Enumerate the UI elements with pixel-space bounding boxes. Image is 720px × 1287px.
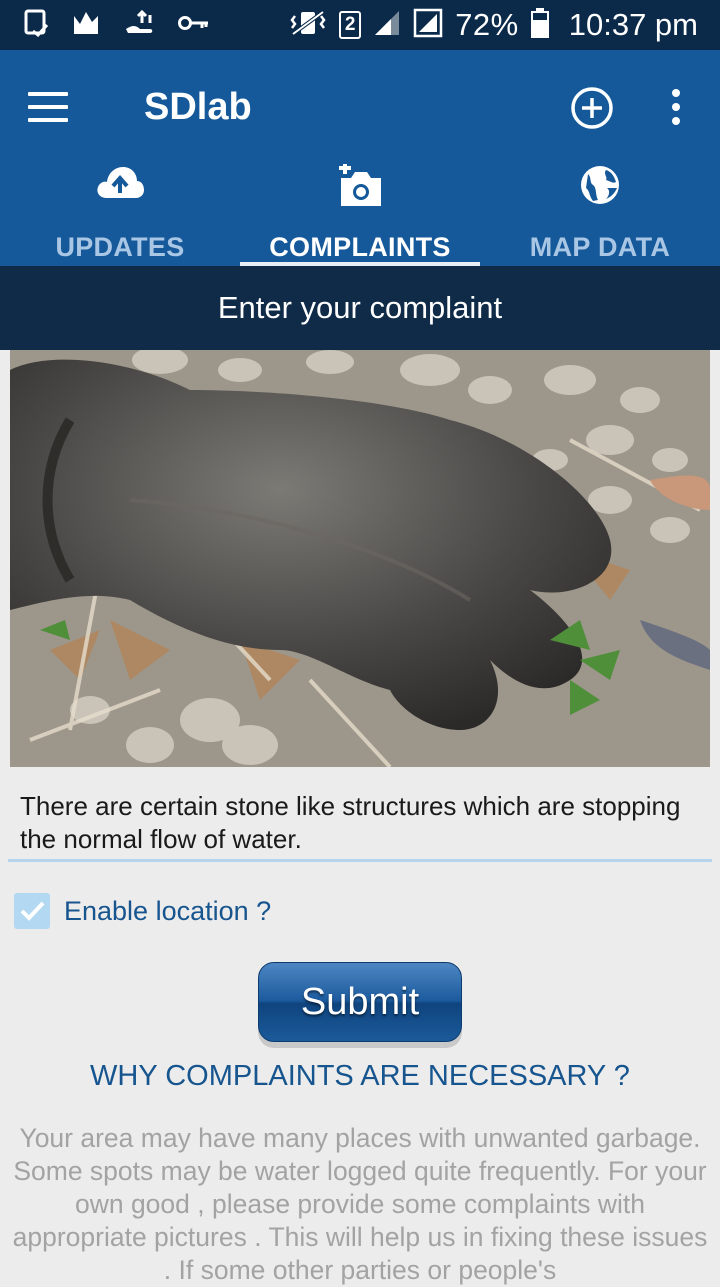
info-text: Your area may have many places with unwa…: [12, 1123, 708, 1285]
subheader-title: Enter your complaint: [217, 290, 503, 325]
enable-location-checkbox[interactable]: [14, 893, 50, 929]
overflow-menu-icon[interactable]: [666, 86, 686, 130]
complaint-photo[interactable]: [10, 350, 710, 767]
app-title: SDlab: [144, 86, 252, 128]
menu-icon[interactable]: [28, 92, 68, 122]
tab-map-data[interactable]: MAP DATA: [480, 156, 720, 266]
tablet-check-icon: [24, 9, 50, 42]
tab-complaints-label: COMPLAINTS: [269, 232, 451, 262]
enable-location-label[interactable]: Enable location ?: [64, 896, 271, 927]
stats-icon: [72, 10, 102, 41]
app-bar: SDlab UPDATES COMPLAINTS MAP DATA: [0, 50, 720, 266]
cloud-upload-icon: [95, 164, 145, 205]
submit-button[interactable]: Submit: [258, 962, 462, 1042]
status-time: 10:37 pm: [568, 7, 698, 42]
status-bar: 2 72% 10:37 pm: [0, 0, 720, 50]
page-subheader: Enter your complaint: [0, 266, 720, 350]
description-underline: [8, 859, 712, 862]
sim-2-icon: 2: [339, 11, 362, 39]
tab-updates[interactable]: UPDATES: [0, 156, 240, 266]
why-heading: WHY COMPLAINTS ARE NECESSARY ?: [90, 1060, 630, 1092]
key-icon: [178, 14, 210, 37]
add-photo-icon: [335, 162, 385, 213]
vibrate-icon: [289, 9, 327, 41]
data-signal-icon: [413, 8, 443, 43]
battery-icon: [530, 7, 549, 43]
complaint-description[interactable]: There are certain stone like structures …: [20, 790, 700, 856]
tab-map-data-label: MAP DATA: [529, 232, 671, 262]
battery-percent: 72%: [455, 7, 519, 42]
sim-slot-number: 2: [344, 14, 356, 35]
hand-upload-icon: [124, 9, 156, 42]
tab-updates-label: UPDATES: [55, 232, 185, 262]
add-icon[interactable]: [570, 86, 614, 130]
globe-icon: [579, 164, 621, 211]
tab-bar: UPDATES COMPLAINTS MAP DATA: [0, 156, 720, 266]
tab-complaints[interactable]: COMPLAINTS: [240, 156, 480, 266]
signal-icon: [373, 9, 401, 42]
